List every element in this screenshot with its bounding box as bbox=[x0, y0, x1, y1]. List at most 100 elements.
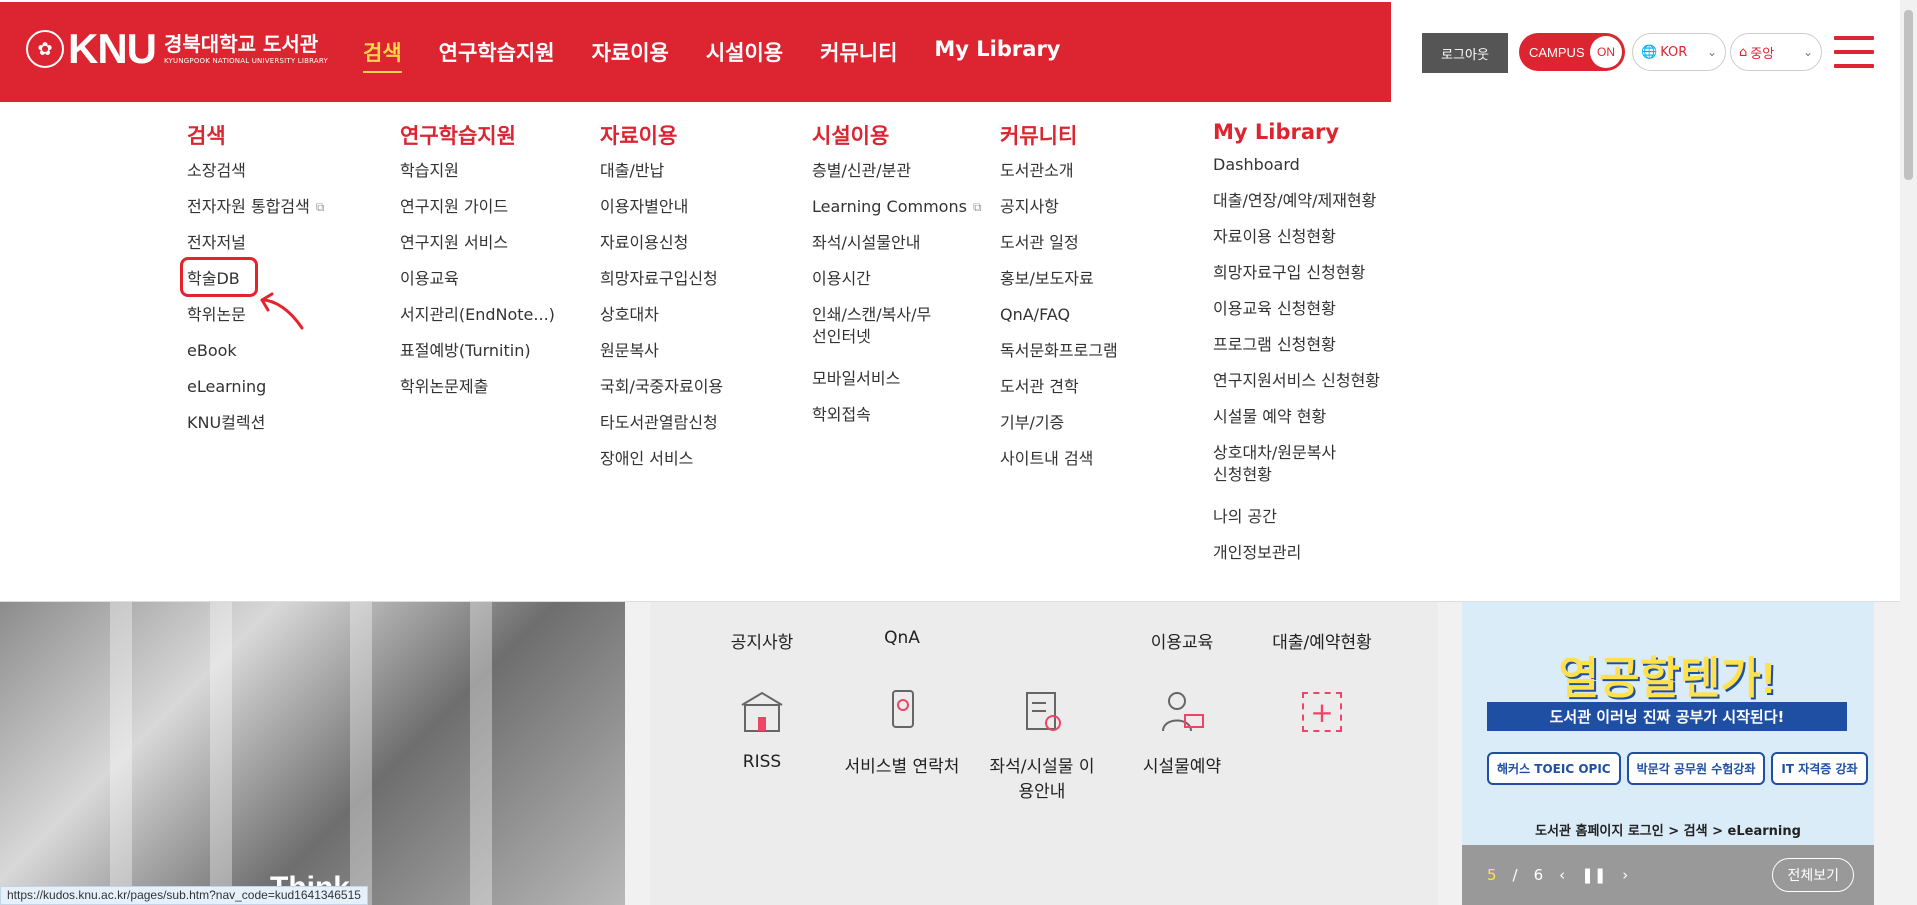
quick-facility-reservation[interactable]: 시설물예약 bbox=[1122, 682, 1242, 777]
quick-notice[interactable]: 공지사항 bbox=[702, 628, 822, 653]
menu-item[interactable]: 학습지원 bbox=[400, 160, 555, 196]
menu-item[interactable]: 국회/국중자료이용 bbox=[600, 376, 723, 412]
menu-item[interactable]: 모바일서비스 bbox=[812, 368, 982, 404]
quick-contacts[interactable]: 서비스별 연락처 bbox=[842, 682, 962, 777]
campus-on-indicator: ON bbox=[1590, 36, 1622, 68]
pause-icon[interactable]: ❚❚ bbox=[1581, 866, 1606, 884]
menu-item[interactable]: 홍보/보도자료 bbox=[1000, 268, 1118, 304]
menu-item-knu-collection[interactable]: KNU컬렉션 bbox=[187, 412, 324, 448]
menu-item[interactable]: 사이트내 검색 bbox=[1000, 448, 1118, 484]
menu-item[interactable]: 층별/신관/분관 bbox=[812, 160, 982, 196]
quick-user-education[interactable]: 이용교육 bbox=[1122, 628, 1242, 653]
nav-materials[interactable]: 자료이용 bbox=[592, 37, 669, 67]
menu-item-eresource-search[interactable]: 전자자원 통합검색 ⧉ bbox=[187, 196, 324, 232]
menu-item[interactable]: 대출/연장/예약/제재현황 bbox=[1213, 190, 1380, 226]
branch-select[interactable]: ⌂ 중앙 ⌄ bbox=[1730, 33, 1822, 71]
banner-headline: 열공할텐가! bbox=[1558, 654, 1776, 703]
menu-item[interactable]: 상호대차/원문복사 신청현황 bbox=[1213, 442, 1353, 506]
menu-item[interactable]: 학외접속 bbox=[812, 404, 982, 440]
menu-item-holdings-search[interactable]: 소장검색 bbox=[187, 160, 324, 196]
scrollbar-thumb[interactable] bbox=[1904, 10, 1913, 180]
menu-item[interactable]: 서지관리(EndNote...) bbox=[400, 304, 555, 340]
quick-add-button[interactable]: + bbox=[1262, 692, 1382, 732]
menu-item-ebook[interactable]: eBook bbox=[187, 340, 324, 376]
menu-item[interactable]: 표절예방(Turnitin) bbox=[400, 340, 555, 376]
library-logo[interactable]: ✿ KNU 경북대학교 도서관 KYUNGPOOK NATIONAL UNIVE… bbox=[26, 25, 328, 72]
quick-seat-facility-guide[interactable]: 좌석/시설물 이용안내 bbox=[982, 682, 1102, 802]
menu-item[interactable]: 학위논문제출 bbox=[400, 376, 555, 412]
view-all-button[interactable]: 전체보기 bbox=[1772, 858, 1854, 892]
menu-item[interactable]: 연구지원서비스 신청현황 bbox=[1213, 370, 1380, 406]
menu-item[interactable]: 상호대차 bbox=[600, 304, 723, 340]
menu-item-elearning[interactable]: eLearning bbox=[187, 376, 324, 412]
language-select[interactable]: 🌐 KOR ⌄ bbox=[1632, 33, 1726, 71]
hamburger-menu-icon[interactable] bbox=[1834, 36, 1874, 68]
menu-item[interactable]: 도서관 일정 bbox=[1000, 232, 1118, 268]
menu-item[interactable]: 대출/반납 bbox=[600, 160, 723, 196]
quick-riss[interactable]: RISS bbox=[702, 682, 822, 772]
menu-item[interactable]: 자료이용신청 bbox=[600, 232, 723, 268]
nav-research-support[interactable]: 연구학습지원 bbox=[439, 37, 555, 67]
nav-facilities[interactable]: 시설이용 bbox=[706, 37, 783, 67]
quick-menu-panel: 공지사항 QnA 이용교육 대출/예약현황 RISS 서비스별 연락처 좌석/시… bbox=[650, 602, 1438, 905]
menu-column-title[interactable]: 자료이용 bbox=[600, 120, 723, 150]
menu-item[interactable]: 독서문화프로그램 bbox=[1000, 340, 1118, 376]
menu-item[interactable]: 자료이용 신청현황 bbox=[1213, 226, 1380, 262]
page-scrollbar[interactable] bbox=[1900, 0, 1917, 905]
menu-item[interactable]: 이용자별안내 bbox=[600, 196, 723, 232]
menu-item[interactable]: 좌석/시설물안내 bbox=[812, 232, 982, 268]
main-nav: 검색 연구학습지원 자료이용 시설이용 커뮤니티 My Library bbox=[363, 37, 1098, 73]
banner-course: 박문각 공무원 수험강좌 bbox=[1626, 752, 1766, 785]
promo-banner[interactable]: 열공할텐가! 도서관 이러닝 진짜 공부가 시작된다! 해커스 TOEIC OP… bbox=[1462, 602, 1874, 905]
menu-item[interactable]: Dashboard bbox=[1213, 154, 1380, 190]
menu-column-title[interactable]: My Library bbox=[1213, 120, 1380, 144]
menu-item[interactable]: 나의 공간 bbox=[1213, 506, 1380, 542]
menu-item[interactable]: 이용시간 bbox=[812, 268, 982, 304]
menu-item[interactable]: 이용교육 bbox=[400, 268, 555, 304]
checklist-icon bbox=[1012, 682, 1072, 742]
menu-item[interactable]: 원문복사 bbox=[600, 340, 723, 376]
menu-item[interactable]: 타도서관열람신청 bbox=[600, 412, 723, 448]
menu-item[interactable]: 프로그램 신청현황 bbox=[1213, 334, 1380, 370]
menu-item[interactable]: 연구지원 서비스 bbox=[400, 232, 555, 268]
browser-status-url: https://kudos.knu.ac.kr/pages/sub.htm?na… bbox=[0, 886, 368, 905]
menu-item[interactable]: 개인정보관리 bbox=[1213, 542, 1380, 578]
menu-column-title[interactable]: 커뮤니티 bbox=[1000, 120, 1118, 150]
quick-qna[interactable]: QnA bbox=[842, 628, 962, 648]
menu-column-facilities: 시설이용 층별/신관/분관 Learning Commons ⧉ 좌석/시설물안내… bbox=[812, 120, 982, 440]
external-link-icon: ⧉ bbox=[972, 200, 982, 214]
chevron-down-icon: ⌄ bbox=[1802, 45, 1813, 59]
logout-button[interactable]: 로그아웃 bbox=[1422, 33, 1508, 73]
menu-item[interactable]: 도서관소개 bbox=[1000, 160, 1118, 196]
nav-community[interactable]: 커뮤니티 bbox=[820, 37, 897, 67]
external-link-icon: ⧉ bbox=[315, 200, 325, 214]
next-icon[interactable]: › bbox=[1622, 866, 1628, 884]
menu-item[interactable]: 연구지원 가이드 bbox=[400, 196, 555, 232]
menu-item[interactable]: 도서관 견학 bbox=[1000, 376, 1118, 412]
nav-search[interactable]: 검색 bbox=[363, 37, 402, 73]
menu-column-title[interactable]: 검색 bbox=[187, 120, 324, 150]
menu-item[interactable]: 인쇄/스캔/복사/무선인터넷 bbox=[812, 304, 932, 368]
menu-column-title[interactable]: 연구학습지원 bbox=[400, 120, 555, 150]
banner-controls: 5 / 6 ‹ ❚❚ › 전체보기 bbox=[1462, 845, 1874, 905]
menu-column-community: 커뮤니티 도서관소개 공지사항 도서관 일정 홍보/보도자료 QnA/FAQ 독… bbox=[1000, 120, 1118, 484]
nav-my-library[interactable]: My Library bbox=[934, 37, 1060, 67]
menu-item[interactable]: 희망자료구입신청 bbox=[600, 268, 723, 304]
menu-item[interactable]: 희망자료구입 신청현황 bbox=[1213, 262, 1380, 298]
menu-item[interactable]: 기부/기증 bbox=[1000, 412, 1118, 448]
menu-item[interactable]: 이용교육 신청현황 bbox=[1213, 298, 1380, 334]
prev-icon[interactable]: ‹ bbox=[1559, 866, 1565, 884]
menu-column-title[interactable]: 시설이용 bbox=[812, 120, 982, 150]
logo-knu-text: KNU bbox=[68, 25, 157, 72]
quick-loan-status[interactable]: 대출/예약현황 bbox=[1262, 628, 1382, 653]
menu-item[interactable]: 공지사항 bbox=[1000, 196, 1118, 232]
logo-english-name: KYUNGPOOK NATIONAL UNIVERSITY LIBRARY bbox=[164, 57, 328, 65]
campus-toggle[interactable]: CAMPUS ON bbox=[1519, 33, 1625, 71]
menu-item[interactable]: 장애인 서비스 bbox=[600, 448, 723, 484]
plus-icon: + bbox=[1302, 692, 1342, 732]
banner-course-list: 해커스 TOEIC OPIC 박문각 공무원 수험강좌 IT 자격증 강좌 bbox=[1487, 752, 1868, 785]
menu-item-learning-commons[interactable]: Learning Commons ⧉ bbox=[812, 196, 982, 232]
banner-course: 해커스 TOEIC OPIC bbox=[1487, 752, 1621, 785]
menu-item[interactable]: QnA/FAQ bbox=[1000, 304, 1118, 340]
menu-item[interactable]: 시설물 예약 현황 bbox=[1213, 406, 1380, 442]
